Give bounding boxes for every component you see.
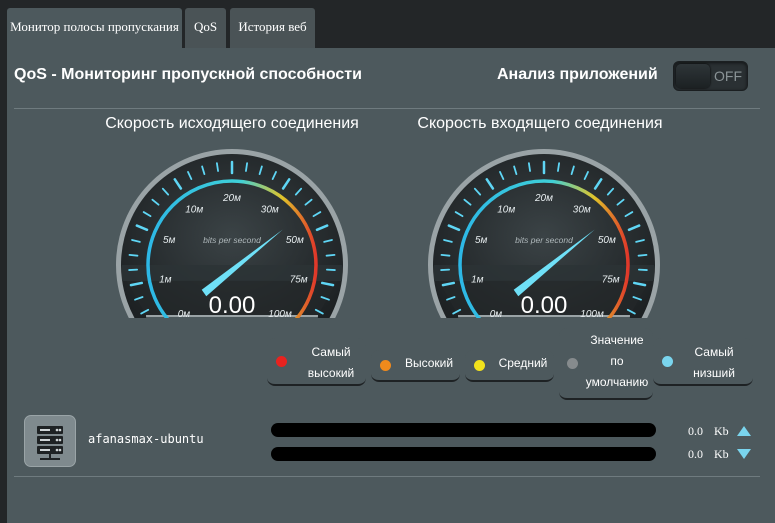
gauge-scale-label: 10м	[497, 204, 515, 215]
gauge-unit-caption: bits per second	[515, 235, 573, 245]
gauge-tick	[527, 162, 531, 172]
gauge-scale-label: 100м	[268, 309, 292, 318]
gauge-scale-label: 10м	[185, 204, 203, 215]
upload-gauge-title: Скорость исходящего соединения	[105, 115, 359, 132]
legend-highest[interactable]: Самый высокий	[267, 338, 366, 386]
gauge-tick	[245, 162, 249, 172]
legend-dot-lowest	[662, 356, 673, 367]
upload-arrow-icon[interactable]	[736, 425, 752, 437]
gauge-tick	[128, 254, 139, 257]
download-speed-gauge: 0м 1м 5м 10м 20м 30м 50м 75м 100м bits per second…	[428, 149, 660, 318]
gauge-value: 0.00	[209, 292, 256, 318]
legend-dot-highest	[276, 356, 287, 367]
app-analysis-label: Анализ приложений	[497, 66, 658, 83]
legend-dot-medium	[474, 360, 485, 371]
legend-default-line3: умолчанию	[585, 375, 649, 389]
gauge-scale-label: 75м	[290, 274, 308, 285]
tab-qos[interactable]: QoS	[185, 8, 226, 48]
legend-lowest-line2: низший	[693, 366, 735, 380]
divider	[14, 108, 760, 109]
device-name: afanasmax-ubuntu	[88, 432, 204, 446]
legend-dot-high	[380, 360, 391, 371]
upload-rate-value: 0.0	[688, 424, 703, 438]
gauge-scale-label: 100м	[580, 309, 604, 318]
gauge-scale-label: 20м	[534, 193, 553, 204]
gauge-scale-label: 1м	[471, 274, 484, 285]
legend-default[interactable]: Значение по умолчанию	[559, 328, 653, 400]
gauge-tick	[325, 254, 336, 257]
legend-lowest-line1: Самый	[694, 345, 734, 359]
download-arrow-icon[interactable]	[736, 448, 752, 460]
legend-highest-line1: Самый	[311, 345, 351, 359]
main-panel: QoS - Мониторинг пропускной способности …	[7, 48, 775, 523]
download-gauge-title: Скорость входящего соединения	[417, 115, 663, 132]
legend-high-label: Высокий	[404, 356, 454, 370]
legend-high[interactable]: Высокий	[371, 350, 460, 382]
gauge-scale-label: 50м	[598, 235, 616, 246]
download-rate-value: 0.0	[688, 447, 703, 461]
gauge-scale-label: 75м	[602, 274, 620, 285]
download-traffic-bar	[271, 447, 656, 461]
gauge-scale-label: 20м	[222, 193, 241, 204]
upload-traffic-bar	[271, 423, 656, 437]
gauge-tick	[557, 162, 561, 172]
upload-rate-unit: Kb	[714, 424, 729, 438]
legend-highest-line2: высокий	[307, 366, 355, 380]
gauge-tick	[440, 254, 451, 257]
gauge-value: 0.00	[521, 292, 568, 318]
gauge-tick	[637, 254, 648, 257]
gauge-scale-label: 5м	[475, 235, 488, 246]
tab-web-history[interactable]: История веб	[230, 8, 315, 48]
legend-default-line1: Значение	[590, 333, 644, 347]
app-analysis-toggle[interactable]: OFF	[673, 61, 748, 91]
gauge-scale-label: 50м	[286, 235, 304, 246]
page-title: QoS - Мониторинг пропускной способности	[14, 66, 362, 83]
legend-medium[interactable]: Средний	[465, 350, 554, 382]
gauge-scale-label: 0м	[178, 309, 191, 318]
gauge-tick	[215, 162, 219, 172]
legend-medium-label: Средний	[498, 356, 548, 370]
download-rate-unit: Kb	[714, 447, 729, 461]
gauge-scale-label: 30м	[573, 204, 591, 215]
legend-lowest[interactable]: Самый низший	[653, 338, 753, 386]
legend-dot-default	[567, 358, 578, 369]
toggle-knob	[676, 64, 710, 88]
gauge-unit-caption: bits per second	[203, 235, 261, 245]
tab-bandwidth-monitor[interactable]: Монитор полосы пропускания	[7, 8, 182, 48]
gauge-scale-label: 5м	[163, 235, 176, 246]
gauge-scale-label: 30м	[261, 204, 279, 215]
legend-default-line2: по	[610, 354, 624, 368]
gauge-scale-label: 0м	[490, 309, 503, 318]
gauge-scale-label: 1м	[159, 274, 172, 285]
toggle-state: OFF	[714, 68, 742, 84]
bottom-divider	[14, 476, 760, 477]
upload-speed-gauge: 0м 1м 5м 10м 20м 30м 50м 75м 100м bits per second…	[116, 149, 348, 318]
server-icon[interactable]	[24, 415, 76, 467]
